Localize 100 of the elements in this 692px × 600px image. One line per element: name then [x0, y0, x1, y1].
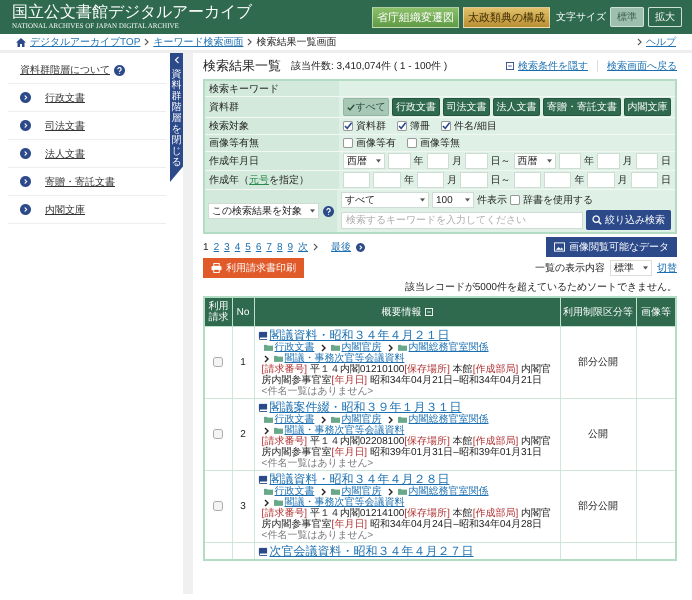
- collection-toggle[interactable]: 内閣文庫: [624, 98, 671, 116]
- image-icon: [554, 242, 565, 252]
- back-to-search-link[interactable]: 検索画面へ戻る: [607, 59, 677, 73]
- folder-icon: [398, 344, 406, 351]
- date-unit: 月: [618, 174, 628, 187]
- date-input[interactable]: [514, 172, 541, 188]
- hierarchy-link[interactable]: 閣議・事務次官等会議資料: [284, 425, 404, 436]
- date-input[interactable]: [373, 172, 401, 188]
- date-unit: 日～: [490, 155, 510, 168]
- page-link[interactable]: 1: [203, 242, 209, 252]
- date-input[interactable]: [636, 153, 658, 169]
- target-select[interactable]: すべて: [341, 192, 429, 208]
- date-input[interactable]: [587, 172, 615, 188]
- image-data-button[interactable]: 画像閲覧可能なデータ: [546, 237, 677, 257]
- column-header: 利用制限区分等: [560, 297, 636, 326]
- page-link[interactable]: 8: [276, 242, 282, 252]
- sidebar-heading[interactable]: 資料群階層について: [20, 63, 110, 77]
- date-input[interactable]: [558, 153, 581, 169]
- hierarchy-link[interactable]: 行政文書: [274, 342, 314, 353]
- column-header: 利用請求: [204, 297, 232, 326]
- site-title[interactable]: 国立公文書館デジタルアーカイブ: [12, 3, 252, 22]
- row-number: 3: [240, 501, 246, 512]
- page-link[interactable]: 5: [245, 242, 251, 252]
- date-input[interactable]: [416, 172, 444, 188]
- display-select[interactable]: 標準: [610, 260, 652, 276]
- last-page-link[interactable]: 最後: [331, 240, 352, 254]
- checkbox[interactable]: [397, 121, 407, 131]
- no-items-note: <件名一覧はありません>: [262, 458, 374, 469]
- refine-search-button[interactable]: 絞り込み検索: [586, 210, 671, 230]
- collection-toggle[interactable]: 寄贈・寄託文書: [543, 98, 621, 116]
- sidebar-item[interactable]: 法人文書: [45, 146, 85, 160]
- page-link[interactable]: 9: [288, 242, 294, 252]
- hierarchy-link[interactable]: 内閣官房: [342, 342, 382, 353]
- hierarchy-link[interactable]: 行政文書: [274, 486, 314, 497]
- hierarchy-link[interactable]: 行政文書: [274, 414, 314, 425]
- record-title-link[interactable]: 閣議資料・昭和３４年４月２８日: [270, 472, 450, 486]
- era-select[interactable]: 西暦: [343, 153, 385, 169]
- record-title-link[interactable]: 閣議資料・昭和３４年４月２１日: [270, 328, 450, 342]
- help-link[interactable]: ヘルプ: [646, 35, 676, 49]
- help-icon[interactable]: [323, 206, 334, 216]
- checkbox[interactable]: [441, 121, 451, 131]
- collection-toggle[interactable]: 司法文書: [442, 98, 490, 116]
- date-input[interactable]: [426, 153, 449, 169]
- collection-toggle[interactable]: 行政文書: [392, 98, 440, 116]
- chevron-icon: [320, 344, 326, 352]
- era-link[interactable]: 元号: [249, 175, 269, 186]
- checkbox[interactable]: [213, 429, 224, 440]
- collection-toggle[interactable]: すべて: [343, 98, 390, 116]
- breadcrumb-link[interactable]: キーワード検索画面: [153, 35, 244, 49]
- next-page-link[interactable]: 次: [298, 240, 308, 254]
- display-content-label: 一覧の表示内容: [535, 262, 605, 275]
- checkbox[interactable]: [407, 138, 417, 148]
- hierarchy-link[interactable]: 内閣官房: [342, 486, 382, 497]
- hide-conditions-link[interactable]: 検索条件を隠す: [518, 59, 588, 73]
- font-size-button[interactable]: 標準: [610, 7, 644, 27]
- breadcrumb-link[interactable]: デジタルアーカイブTOP: [30, 35, 140, 49]
- hierarchy-link[interactable]: 閣議・事務次官等会議資料: [284, 497, 404, 508]
- era-select[interactable]: 西暦: [514, 153, 556, 169]
- date-input[interactable]: [597, 153, 620, 169]
- checkbox[interactable]: [343, 121, 353, 131]
- checkbox[interactable]: [213, 357, 224, 368]
- hierarchy-link[interactable]: 内閣総務官室関係: [408, 486, 488, 497]
- page-link[interactable]: 3: [224, 242, 230, 252]
- record-title-link[interactable]: 閣議案件綴・昭和３９年１月３１日: [270, 400, 462, 414]
- page-link[interactable]: 6: [256, 242, 262, 252]
- help-icon[interactable]: [114, 64, 125, 76]
- sidebar-item[interactable]: 内閣文庫: [45, 202, 85, 216]
- checkbox[interactable]: [343, 138, 353, 148]
- page-link[interactable]: 7: [266, 242, 272, 252]
- date-input[interactable]: [343, 172, 370, 188]
- date-input[interactable]: [630, 172, 658, 188]
- switch-link[interactable]: 切替: [657, 261, 677, 275]
- hierarchy-link[interactable]: 内閣総務官室関係: [408, 414, 488, 425]
- hierarchy-link[interactable]: 閣議・事務次官等会議資料: [284, 353, 404, 364]
- scope-select[interactable]: この検索結果を対象: [208, 203, 319, 219]
- chevron-circle-icon: [20, 92, 31, 103]
- hierarchy-link[interactable]: 内閣官房: [342, 414, 382, 425]
- chevron-icon: [264, 354, 268, 362]
- sidebar-toggle-tab[interactable]: 資料群階層を閉じる: [170, 53, 183, 182]
- date-input[interactable]: [465, 153, 488, 169]
- date-input[interactable]: [544, 172, 572, 188]
- restriction-status: 部分公開: [578, 357, 618, 368]
- collection-toggle[interactable]: 法人文書: [492, 98, 540, 116]
- checkbox[interactable]: [510, 195, 520, 205]
- font-size-button[interactable]: 拡大: [648, 7, 682, 27]
- collapse-icon[interactable]: [424, 308, 432, 316]
- per-page-select[interactable]: 100: [432, 192, 474, 208]
- collapse-icon: [506, 62, 514, 70]
- keyword-field[interactable]: 検索するキーワードを入力してください: [341, 212, 583, 228]
- page-link[interactable]: 4: [234, 242, 240, 252]
- print-request-button[interactable]: 利用請求書印刷: [203, 258, 304, 278]
- sidebar-item[interactable]: 司法文書: [45, 118, 85, 132]
- date-input[interactable]: [388, 153, 410, 169]
- checkbox[interactable]: [213, 501, 224, 512]
- header-button[interactable]: 太政類典の構成: [463, 6, 550, 28]
- date-input[interactable]: [460, 172, 488, 188]
- sidebar-item[interactable]: 寄贈・寄託文書: [45, 174, 115, 188]
- page-link[interactable]: 2: [214, 242, 220, 252]
- sidebar-item[interactable]: 行政文書: [45, 90, 85, 104]
- hierarchy-link[interactable]: 内閣総務官室関係: [408, 342, 488, 353]
